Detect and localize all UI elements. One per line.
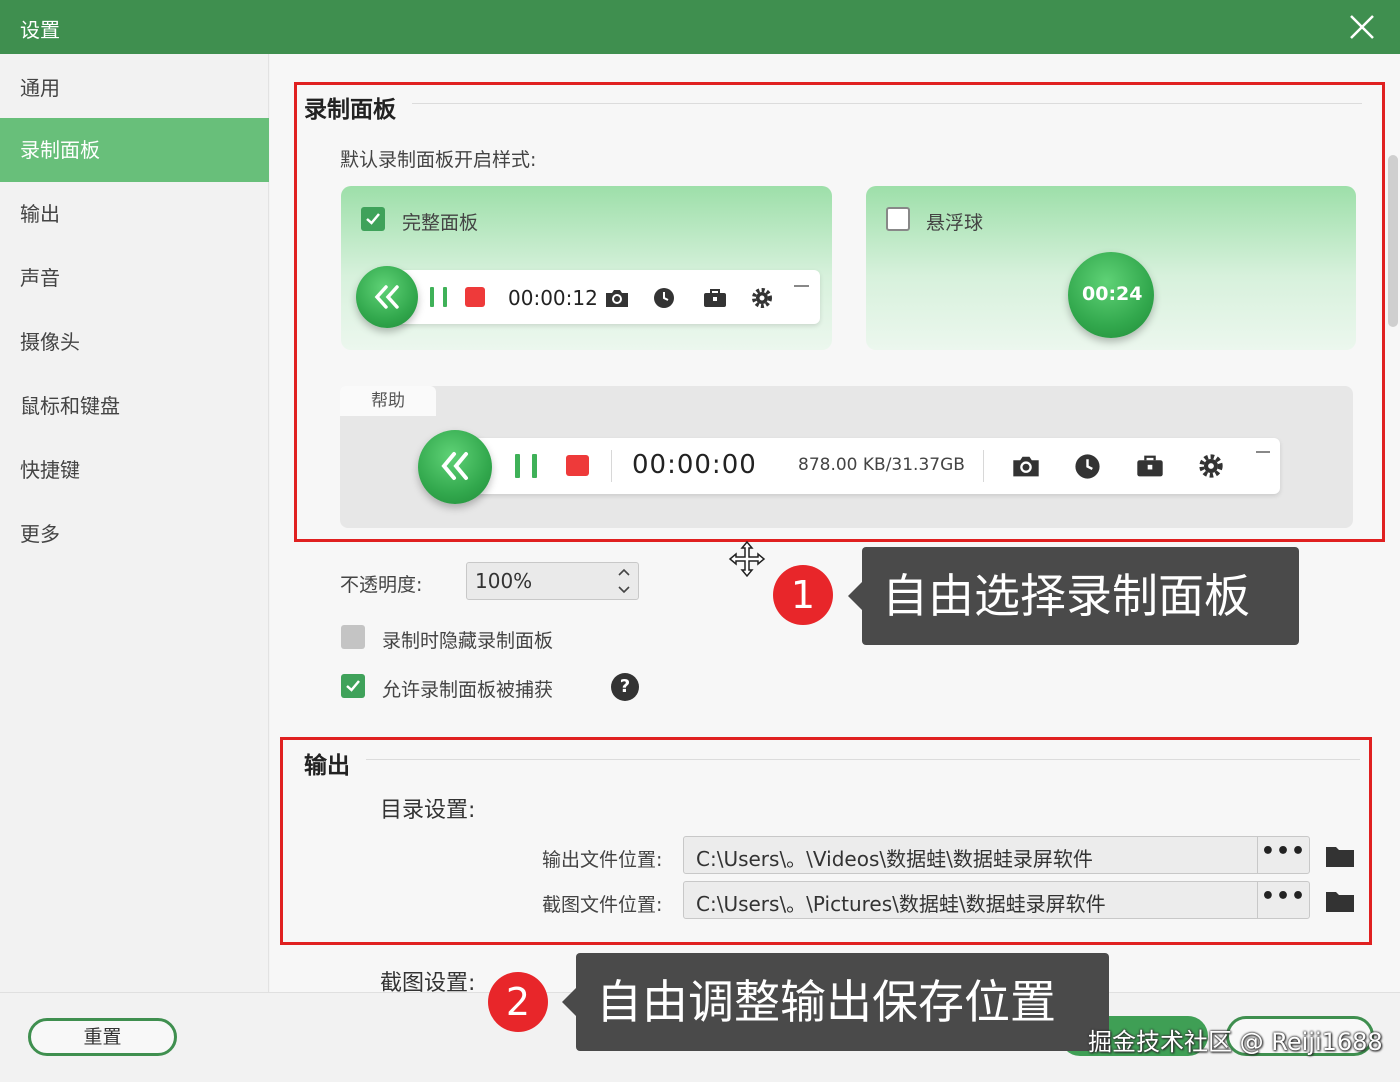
hide-while-recording-label: 录制时隐藏录制面板 [382,630,554,652]
close-icon[interactable] [1346,11,1378,43]
opacity-label: 不透明度: [340,574,423,596]
sidebar-item-sound[interactable]: 声音 [0,246,269,310]
sidebar-item-camera[interactable]: 摄像头 [0,310,269,374]
callout-text: 自由调整输出保存位置 [562,953,1109,1051]
check-icon [346,680,360,692]
sidebar-item-more[interactable]: 更多 [0,502,269,566]
callout-number: 2 [488,972,548,1032]
sidebar-item-shortcuts[interactable]: 快捷键 [0,438,269,502]
highlight-box-output [280,737,1372,945]
sidebar-item-mouse-keyboard[interactable]: 鼠标和键盘 [0,374,269,438]
watermark: 掘金技术社区 @ Reiji1688 [1088,1028,1383,1056]
sidebar-item-output[interactable]: 输出 [0,182,269,246]
window-title: 设置 [20,18,60,42]
opacity-spinbox[interactable]: 100% [466,562,639,600]
highlight-box-record-panel [294,82,1385,542]
allow-capture-label: 允许录制面板被捕获 [382,679,554,701]
sidebar: 通用 录制面板 输出 声音 摄像头 鼠标和键盘 快捷键 更多 [0,54,269,992]
opacity-value: 100% [475,569,533,593]
move-cursor-icon [728,540,766,578]
spin-arrows-icon[interactable] [618,567,630,595]
callout-number: 1 [773,565,833,625]
hide-while-recording-checkbox[interactable] [341,625,365,649]
sidebar-item-record-panel[interactable]: 录制面板 [0,118,269,182]
allow-capture-checkbox[interactable] [341,674,365,698]
reset-button[interactable]: 重置 [28,1018,177,1056]
scrollbar[interactable] [1388,155,1398,327]
callout-text: 自由选择录制面板 [848,547,1299,645]
help-icon[interactable]: ? [611,673,639,701]
sidebar-item-general[interactable]: 通用 [0,56,269,120]
title-bar: 设置 [0,0,1400,54]
